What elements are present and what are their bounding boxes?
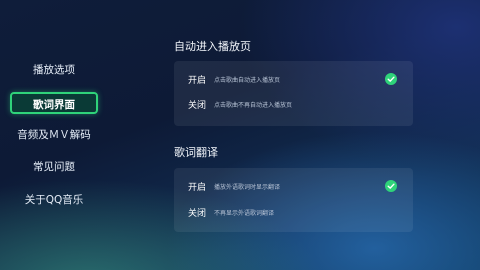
- option-description: 点击歌曲不再自动进入播放页: [214, 102, 293, 109]
- option-label: 关闭: [188, 101, 207, 111]
- option-description: 播放外语歌词时显示翻译: [214, 184, 281, 191]
- option-autoplay-off[interactable]: 关闭 点击歌曲不再自动进入播放页: [174, 95, 413, 115]
- option-autoplay-on[interactable]: 开启 点击歌曲自动进入播放页: [174, 70, 413, 90]
- option-description: 点击歌曲自动进入播放页: [214, 77, 281, 84]
- section-title-autoplay: 自动进入播放页: [174, 40, 251, 53]
- option-description: 不再显示外语歌词翻译: [214, 210, 275, 217]
- option-label: 关闭: [188, 209, 207, 219]
- option-card-translation: 开启 播放外语歌词时显示翻译 关闭 不再显示外语歌词翻译: [174, 168, 413, 232]
- option-label: 开启: [188, 183, 207, 193]
- option-translation-on[interactable]: 开启 播放外语歌词时显示翻译: [174, 177, 413, 197]
- sidebar-item-label: 歌词界面: [33, 99, 75, 111]
- sidebar-item-lyrics-interface[interactable]: 歌词界面: [10, 92, 98, 114]
- sidebar-item-faq[interactable]: 常见问题: [10, 156, 98, 178]
- option-translation-off[interactable]: 关闭 不再显示外语歌词翻译: [174, 203, 413, 223]
- sidebar-item-audio-mv-decoding[interactable]: 音频及ＭＶ解码: [10, 124, 98, 146]
- check-circle-icon: [385, 73, 397, 85]
- sidebar-item-label: 音频及ＭＶ解码: [17, 129, 91, 141]
- settings-sidebar: 播放选项 歌词界面 音频及ＭＶ解码 常见问题 关于QQ音乐: [0, 0, 130, 270]
- sidebar-item-label: 关于QQ音乐: [24, 194, 84, 206]
- sidebar-item-label: 播放选项: [33, 64, 75, 76]
- sidebar-item-about[interactable]: 关于QQ音乐: [10, 189, 98, 211]
- sidebar-item-playback-options[interactable]: 播放选项: [10, 59, 98, 81]
- section-title-translation: 歌词翻译: [174, 146, 218, 159]
- check-circle-icon: [385, 180, 397, 192]
- option-card-autoplay: 开启 点击歌曲自动进入播放页 关闭 点击歌曲不再自动进入播放页: [174, 61, 413, 126]
- sidebar-item-label: 常见问题: [33, 161, 75, 173]
- option-label: 开启: [188, 76, 207, 86]
